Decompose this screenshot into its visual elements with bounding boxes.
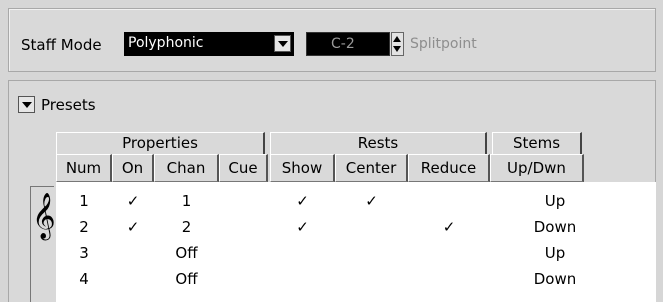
column-header-updwn[interactable]: Up/Dwn: [490, 154, 584, 182]
cell-reduce[interactable]: [408, 242, 490, 264]
cell-reduce[interactable]: [408, 190, 490, 212]
staff-mode-value: Polyphonic: [128, 35, 204, 51]
cell-show[interactable]: ✓: [270, 216, 335, 238]
cell-on[interactable]: [112, 268, 154, 290]
splitpoint-field[interactable]: C-2: [306, 32, 390, 56]
cell-updwn[interactable]: Up: [490, 242, 620, 264]
cell-num: 2: [79, 218, 89, 236]
cell-on[interactable]: ✓: [112, 216, 154, 238]
splitpoint-spinner[interactable]: [391, 32, 404, 56]
column-header-chan[interactable]: Chan: [154, 154, 219, 182]
cell-cue[interactable]: [219, 216, 268, 238]
spin-down-icon[interactable]: [393, 46, 401, 52]
group-properties: Properties: [56, 132, 265, 154]
cell-reduce[interactable]: ✓: [408, 216, 490, 238]
cell-reduce[interactable]: [408, 268, 490, 290]
column-header-reduce[interactable]: Reduce: [408, 154, 490, 182]
cell-chan[interactable]: Off: [154, 268, 219, 290]
cell-num: 4: [79, 270, 89, 288]
cell-center[interactable]: [335, 216, 408, 238]
cell-center[interactable]: [335, 242, 408, 264]
presets-toggle-button[interactable]: [18, 96, 35, 113]
cell-num: 3: [79, 244, 89, 262]
cell-chan[interactable]: Off: [154, 242, 219, 264]
spin-up-icon[interactable]: [393, 36, 401, 42]
cell-chan[interactable]: 2: [154, 216, 219, 238]
cell-center[interactable]: [335, 268, 408, 290]
cell-show[interactable]: ✓: [270, 190, 335, 212]
staff-mode-select[interactable]: Polyphonic: [124, 32, 294, 56]
group-rests: Rests: [270, 132, 487, 154]
cell-cue[interactable]: [219, 190, 268, 212]
splitpoint-value: C-2: [331, 36, 355, 52]
cell-updwn[interactable]: Down: [490, 268, 620, 290]
cell-show[interactable]: [270, 268, 335, 290]
cell-on[interactable]: ✓: [112, 190, 154, 212]
column-header-on[interactable]: On: [112, 154, 154, 182]
group-stems: Stems: [492, 132, 582, 154]
cell-num: 1: [79, 192, 89, 210]
column-header-num[interactable]: Num: [56, 154, 112, 182]
cell-cue[interactable]: [219, 268, 268, 290]
presets-label: Presets: [41, 96, 96, 114]
cell-show[interactable]: [270, 242, 335, 264]
cell-updwn[interactable]: Up: [490, 190, 620, 212]
treble-clef-icon: 𝄞: [32, 193, 56, 239]
column-header-show[interactable]: Show: [270, 154, 335, 182]
splitpoint-label: Splitpoint: [410, 36, 477, 52]
column-header-center[interactable]: Center: [335, 154, 408, 182]
chevron-down-icon[interactable]: [274, 35, 291, 52]
cell-chan[interactable]: 1: [154, 190, 219, 212]
cell-on[interactable]: [112, 242, 154, 264]
staff-mode-label: Staff Mode: [21, 36, 102, 54]
cell-cue[interactable]: [219, 242, 268, 264]
cell-updwn[interactable]: Down: [490, 216, 620, 238]
cell-center[interactable]: ✓: [335, 190, 408, 212]
column-header-cue[interactable]: Cue: [219, 154, 268, 182]
